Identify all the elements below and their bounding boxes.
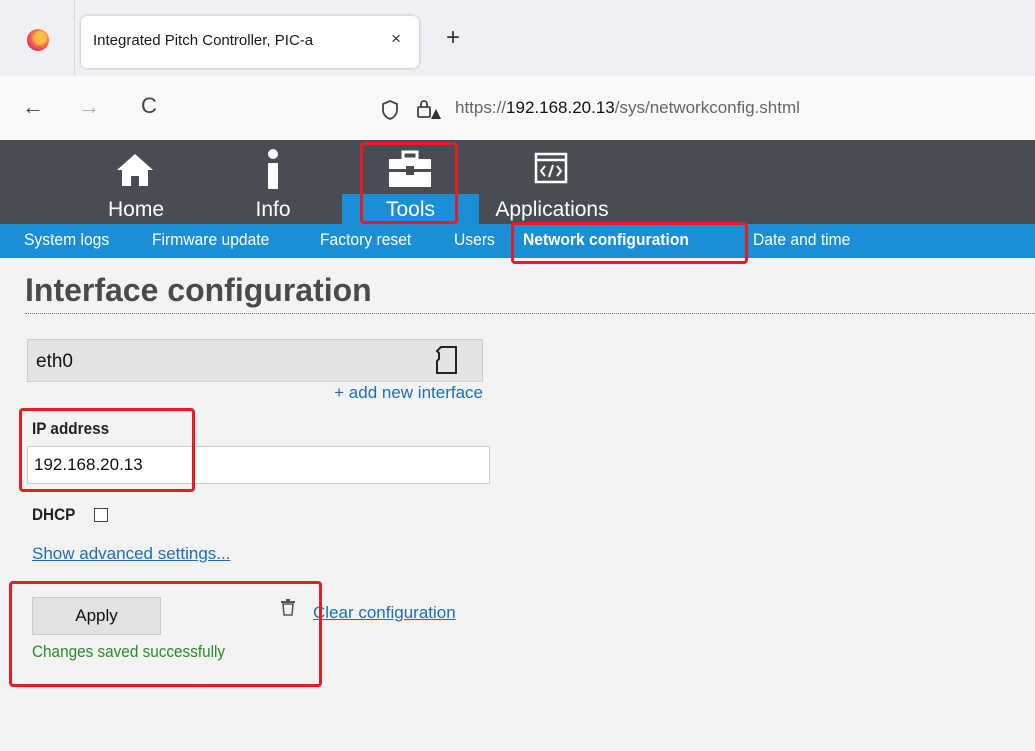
dhcp-checkbox[interactable] xyxy=(94,508,108,522)
lock-warning-icon[interactable] xyxy=(415,97,441,121)
url-bar[interactable]: https://192.168.20.13/sys/networkconfig.… xyxy=(455,98,800,118)
shield-icon[interactable] xyxy=(380,99,400,121)
browser-tab[interactable]: Integrated Pitch Controller, PIC-a × xyxy=(81,16,419,68)
forward-button[interactable]: → xyxy=(78,94,100,120)
sd-card-icon[interactable] xyxy=(434,345,460,375)
add-interface-link[interactable]: + add new interface xyxy=(334,383,483,403)
apply-button[interactable]: Apply xyxy=(32,597,161,635)
title-divider xyxy=(25,313,1035,314)
ip-address-label: IP address xyxy=(32,419,110,438)
trash-icon[interactable] xyxy=(280,598,296,616)
subnav-firmware-update[interactable]: Firmware update xyxy=(152,230,269,250)
tab-title: Integrated Pitch Controller, PIC-a xyxy=(93,32,314,49)
subnav-system-logs[interactable]: System logs xyxy=(24,230,109,250)
info-icon xyxy=(268,149,278,189)
tab-close-icon[interactable]: × xyxy=(391,29,401,49)
show-advanced-settings-link[interactable]: Show advanced settings... xyxy=(32,544,230,564)
toolbox-icon xyxy=(389,150,431,187)
sub-nav: System logs Firmware update Factory rese… xyxy=(0,224,1035,258)
subnav-users[interactable]: Users xyxy=(454,230,495,250)
clear-configuration-link[interactable]: Clear configuration xyxy=(313,603,456,623)
nav-tools-label: Tools xyxy=(385,198,436,221)
new-tab-button[interactable]: + xyxy=(446,26,460,50)
url-host: 192.168.20.13 xyxy=(506,98,615,117)
ip-address-input[interactable] xyxy=(27,446,490,484)
tab-separator xyxy=(74,0,75,76)
code-icon xyxy=(534,152,568,184)
browser-tab-bar: Integrated Pitch Controller, PIC-a × + xyxy=(0,0,1035,76)
nav-applications-label: Applications xyxy=(495,198,609,221)
url-prefix: https:// xyxy=(455,98,507,117)
home-icon xyxy=(117,154,153,186)
subnav-factory-reset[interactable]: Factory reset xyxy=(320,230,411,250)
status-message: Changes saved successfully xyxy=(32,642,226,661)
nav-info[interactable]: Info xyxy=(245,140,301,224)
nav-info-label: Info xyxy=(255,198,291,221)
back-button[interactable]: ← xyxy=(22,94,44,120)
interface-selector[interactable]: eth0 xyxy=(27,339,483,382)
dhcp-label: DHCP xyxy=(32,505,76,524)
url-path: /sys/networkconfig.shtml xyxy=(614,98,800,117)
firefox-logo-icon xyxy=(27,29,49,51)
nav-applications[interactable]: Applications xyxy=(482,140,622,224)
page-title: Interface configuration xyxy=(25,272,372,308)
nav-home[interactable]: Home xyxy=(95,140,177,224)
subnav-network-configuration[interactable]: Network configuration xyxy=(523,230,689,250)
reload-button[interactable]: C xyxy=(141,93,157,119)
subnav-date-and-time[interactable]: Date and time xyxy=(753,230,850,250)
nav-tools[interactable]: Tools xyxy=(342,140,479,224)
nav-home-label: Home xyxy=(107,198,165,221)
interface-name: eth0 xyxy=(36,351,73,372)
